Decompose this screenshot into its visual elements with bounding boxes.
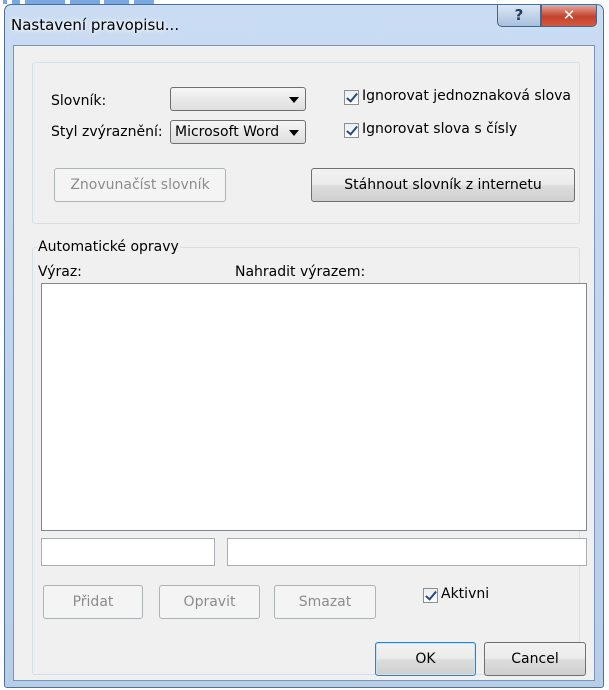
edit-button[interactable]: Opravit: [159, 585, 260, 619]
ok-button[interactable]: OK: [375, 642, 476, 676]
column-header-expression: Výraz:: [38, 264, 82, 280]
highlight-style-value: Microsoft Word: [175, 124, 280, 140]
checkmark-icon: [346, 90, 358, 103]
close-icon: ✕: [562, 6, 576, 24]
ignore-single-letter-checkbox[interactable]: [344, 90, 359, 105]
dialog-window: Nastavení pravopisu... ? ✕ Slovník: Styl…: [4, 4, 604, 688]
title-bar[interactable]: Nastavení pravopisu... ? ✕: [5, 5, 603, 45]
chevron-down-icon: [289, 130, 299, 136]
column-header-replace: Nahradit výrazem:: [235, 264, 366, 280]
help-button[interactable]: ?: [497, 5, 541, 27]
dialog-client-area: Slovník: Styl zvýraznění: Microsoft Word…: [13, 45, 595, 681]
reload-dictionary-button[interactable]: Znovunačíst slovník: [54, 168, 226, 202]
ignore-single-letter-label[interactable]: Ignorovat jednoznaková slova: [362, 88, 571, 104]
highlight-style-label: Styl zvýraznění:: [51, 124, 163, 140]
dictionary-dropdown[interactable]: [170, 87, 306, 111]
expression-input[interactable]: [41, 538, 215, 566]
window-title: Nastavení pravopisu...: [11, 16, 180, 34]
help-icon: ?: [514, 6, 524, 24]
active-checkbox[interactable]: [423, 588, 438, 603]
dictionary-label: Slovník:: [51, 93, 107, 109]
highlight-style-dropdown[interactable]: Microsoft Word: [170, 120, 306, 144]
checkmark-icon: [425, 588, 437, 601]
ignore-numbers-label[interactable]: Ignorovat slova s čísly: [362, 121, 517, 137]
add-button[interactable]: Přidat: [43, 585, 143, 619]
cancel-button[interactable]: Cancel: [484, 642, 586, 676]
download-dictionary-button[interactable]: Stáhnout slovník z internetu: [311, 168, 575, 202]
active-label[interactable]: Aktivni: [441, 586, 489, 602]
close-button[interactable]: ✕: [541, 5, 597, 27]
ignore-numbers-checkbox[interactable]: [344, 123, 359, 138]
delete-button[interactable]: Smazat: [274, 585, 376, 619]
autocorrect-group-label: Automatické opravy: [37, 239, 180, 255]
checkmark-icon: [346, 123, 358, 136]
replace-input[interactable]: [227, 538, 587, 566]
autocorrect-list[interactable]: [41, 283, 587, 531]
chevron-down-icon: [289, 97, 299, 103]
